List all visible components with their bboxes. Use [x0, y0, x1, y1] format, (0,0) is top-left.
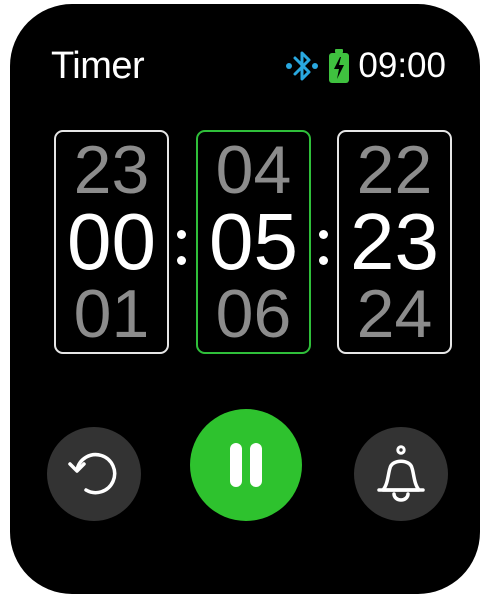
reset-button[interactable] [47, 427, 141, 521]
seconds-current-value: 23 [350, 197, 439, 286]
seconds-picker[interactable]: 22 23 24 [337, 130, 452, 354]
clock-time: 09:00 [358, 46, 446, 85]
bluetooth-icon [286, 51, 319, 81]
minutes-next-value[interactable]: 06 [198, 280, 309, 348]
colon-separator [318, 224, 328, 270]
pause-button[interactable] [190, 409, 302, 521]
minutes-prev-value[interactable]: 04 [198, 136, 309, 204]
reset-icon [68, 452, 117, 495]
minutes-picker[interactable]: 04 05 06 [196, 130, 311, 354]
pause-icon [230, 443, 262, 487]
hours-next-value[interactable]: 01 [56, 280, 167, 348]
minutes-current-value: 05 [209, 197, 298, 286]
hours-prev-value[interactable]: 23 [56, 136, 167, 204]
colon-separator [176, 224, 186, 270]
status-bar: 09:00 [282, 46, 446, 86]
page-title: Timer [51, 45, 145, 87]
seconds-next-value[interactable]: 24 [339, 280, 450, 348]
hours-picker[interactable]: 23 00 01 [54, 130, 169, 354]
alarm-button[interactable] [354, 427, 448, 521]
battery-charging-icon [329, 49, 350, 83]
seconds-prev-value[interactable]: 22 [339, 136, 450, 204]
hours-current-value: 00 [67, 197, 156, 286]
watch-screen: Timer 09:00 23 00 01 04 05 06 22 23 24 [10, 4, 480, 594]
bell-icon [377, 445, 425, 502]
